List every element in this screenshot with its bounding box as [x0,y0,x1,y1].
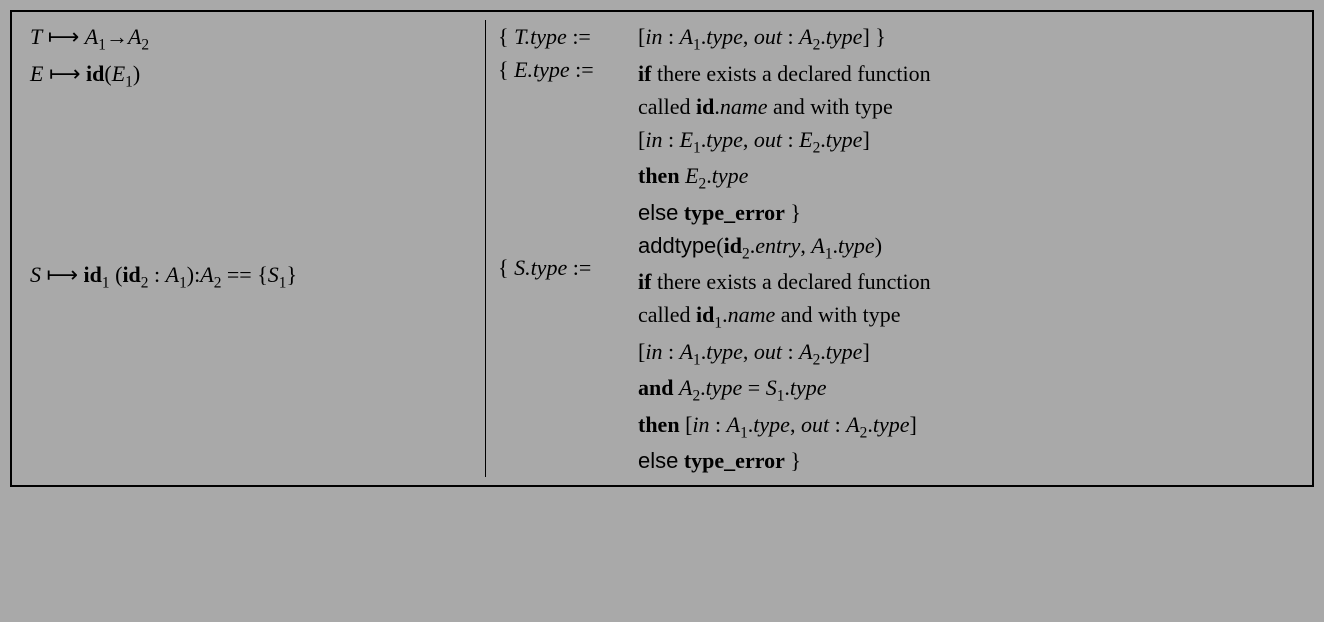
rhs-r3-5: then [in : A1.type, out : A2.type] [638,408,1294,445]
rhs-r2-3: then E2.type [638,159,1294,196]
lhs-r1: { T.type := [498,20,638,53]
rhs-r2-1: called id.name and with type [638,90,1294,123]
rhs-r2-2: [in : E1.type, out : E2.type] [638,123,1294,160]
rhs-r2-0: if there exists a declared function [638,57,1294,90]
lhs-column: { T.type := { E.type := { S.type := [498,20,638,477]
rhs-r1-0: [in : A1.type, out : A2.type] } [638,20,1294,57]
rhs-r3-4: and A2.type = S1.type [638,371,1294,408]
rhs-r3-2: called id1.name and with type [638,298,1294,335]
lhs-r3: { S.type := [498,251,638,284]
rhs-column: [in : A1.type, out : A2.type] } if there… [638,20,1294,477]
production-r3: S ⟼ id1 (id2 : A1):A2 == {S1} [30,258,475,295]
rhs-r3-0: addtype(id2.entry, A1.type) [638,229,1294,266]
production-r1: T ⟼ A1→A2 [30,20,475,57]
semantics-column: { T.type := { E.type := { S.type := [in … [486,20,1294,477]
rhs-r3-3: [in : A1.type, out : A2.type] [638,335,1294,372]
rhs-r3-6: else type_error } [638,444,1294,477]
production-column: T ⟼ A1→A2 E ⟼ id(E1) S ⟼ id1 (id2 : A1):… [30,20,485,477]
production-r2: E ⟼ id(E1) [30,57,475,94]
rhs-r2-4: else type_error } [638,196,1294,229]
rules-table: T ⟼ A1→A2 E ⟼ id(E1) S ⟼ id1 (id2 : A1):… [10,10,1314,487]
rhs-r3-1: if there exists a declared function [638,265,1294,298]
lhs-r2: { E.type := [498,53,638,86]
